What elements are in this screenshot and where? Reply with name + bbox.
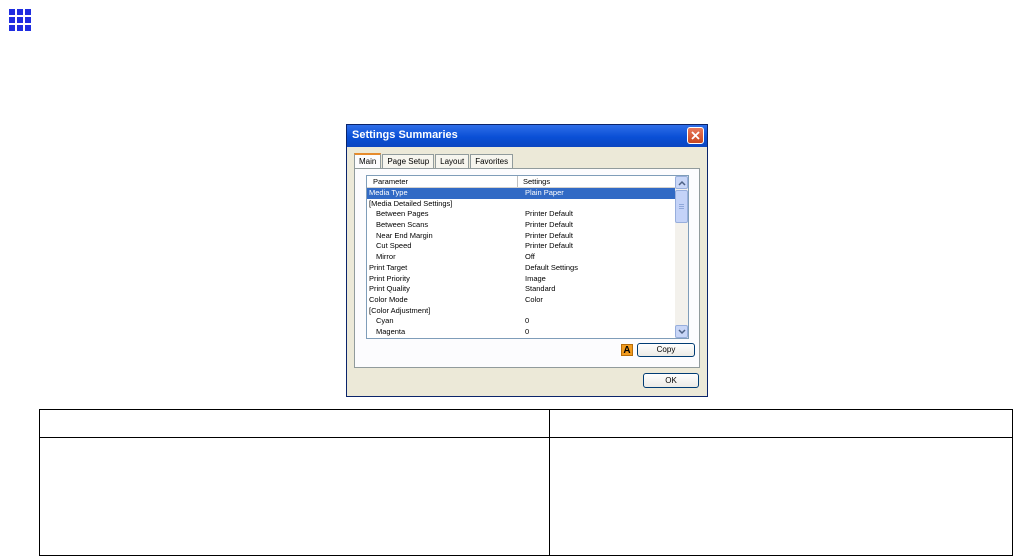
dialog-titlebar: Settings Summaries (347, 125, 707, 147)
list-item[interactable]: Media Type Plain Paper (367, 188, 677, 199)
list-item[interactable]: Cut Speed Printer Default (367, 241, 677, 252)
close-icon (691, 131, 700, 140)
parameter-name: Print Quality (369, 284, 410, 294)
settings-summaries-dialog: Settings Summaries Main Page Setup Layou… (346, 124, 708, 397)
setting-value: 0 (525, 316, 530, 326)
list-item[interactable]: Cyan 0 (367, 316, 677, 327)
list-item[interactable]: Near End Margin Printer Default (367, 231, 677, 242)
scroll-up-button[interactable] (675, 176, 688, 189)
setting-value: Color (525, 294, 543, 304)
setting-value: Printer Default (525, 241, 573, 251)
setting-value: Image (525, 273, 546, 283)
table-header-cell (39, 409, 550, 438)
list-item[interactable]: Mirror Off (367, 252, 677, 263)
table-header-cell (549, 409, 1013, 438)
parameter-name: [Media Detailed Settings] (369, 198, 453, 208)
parameter-name: Between Scans (376, 220, 429, 230)
parameter-name: Near End Margin (376, 230, 433, 240)
setting-value: Plain Paper (525, 188, 564, 197)
setting-value: Default Settings (525, 262, 578, 272)
vertical-scrollbar[interactable] (675, 176, 688, 338)
list-item[interactable]: Print Quality Standard (367, 284, 677, 295)
tab-layout[interactable]: Layout (435, 154, 470, 169)
description-table (39, 409, 1013, 556)
tab-strip: Main Page Setup Layout Favorites (354, 153, 514, 171)
tab-page-setup[interactable]: Page Setup (382, 154, 435, 169)
parameter-name: [Color Adjustment] (369, 305, 431, 315)
parameter-name: Magenta (376, 326, 406, 336)
tab-panel: Parameter Settings Media Type Plain Paper… (354, 168, 700, 368)
callout-badge: A (621, 344, 633, 356)
list-item[interactable]: Color Mode Color (367, 295, 677, 306)
list-header: Parameter Settings (367, 176, 677, 188)
grid-menu-icon (9, 9, 31, 31)
scroll-down-button[interactable] (675, 325, 688, 338)
list-item[interactable]: Print Target Default Settings (367, 263, 677, 274)
parameter-name: Color Mode (369, 294, 408, 304)
table-cell (39, 437, 550, 556)
setting-value: Printer Default (525, 220, 573, 230)
parameter-name: Print Target (369, 262, 408, 272)
setting-value: Printer Default (525, 230, 573, 240)
setting-value: 0 (525, 326, 530, 336)
list-item[interactable]: Print Priority Image (367, 274, 677, 285)
tab-favorites[interactable]: Favorites (470, 154, 514, 169)
list-item[interactable]: [Color Adjustment] (367, 306, 677, 317)
column-header-settings[interactable]: Settings (523, 177, 550, 186)
parameter-name: Media Type (369, 188, 408, 197)
setting-value: Standard (525, 284, 556, 294)
parameter-name: Print Priority (369, 273, 410, 283)
list-rows: Media Type Plain Paper [Media Detailed Set… (367, 188, 677, 338)
scroll-thumb[interactable] (675, 190, 688, 223)
setting-value: Printer Default (525, 209, 573, 219)
parameter-name: Cyan (376, 316, 394, 326)
copy-button[interactable]: Copy (637, 343, 695, 357)
setting-value: Off (525, 252, 535, 262)
ok-button[interactable]: OK (643, 373, 699, 388)
list-item[interactable]: Magenta 0 (367, 327, 677, 338)
list-item[interactable]: [Media Detailed Settings] (367, 199, 677, 210)
chevron-down-icon (678, 329, 686, 335)
close-button[interactable] (687, 127, 704, 144)
list-item[interactable]: Between Pages Printer Default (367, 209, 677, 220)
parameter-name: Mirror (376, 252, 396, 262)
settings-list[interactable]: Parameter Settings Media Type Plain Paper… (366, 175, 689, 339)
chevron-up-icon (678, 180, 686, 186)
list-item[interactable]: Between Scans Printer Default (367, 220, 677, 231)
column-header-parameter[interactable]: Parameter (373, 177, 408, 186)
column-divider[interactable] (517, 176, 518, 187)
dialog-title: Settings Summaries (352, 129, 458, 141)
table-cell (549, 437, 1013, 556)
parameter-name: Cut Speed (376, 241, 412, 251)
parameter-name: Between Pages (376, 209, 429, 219)
